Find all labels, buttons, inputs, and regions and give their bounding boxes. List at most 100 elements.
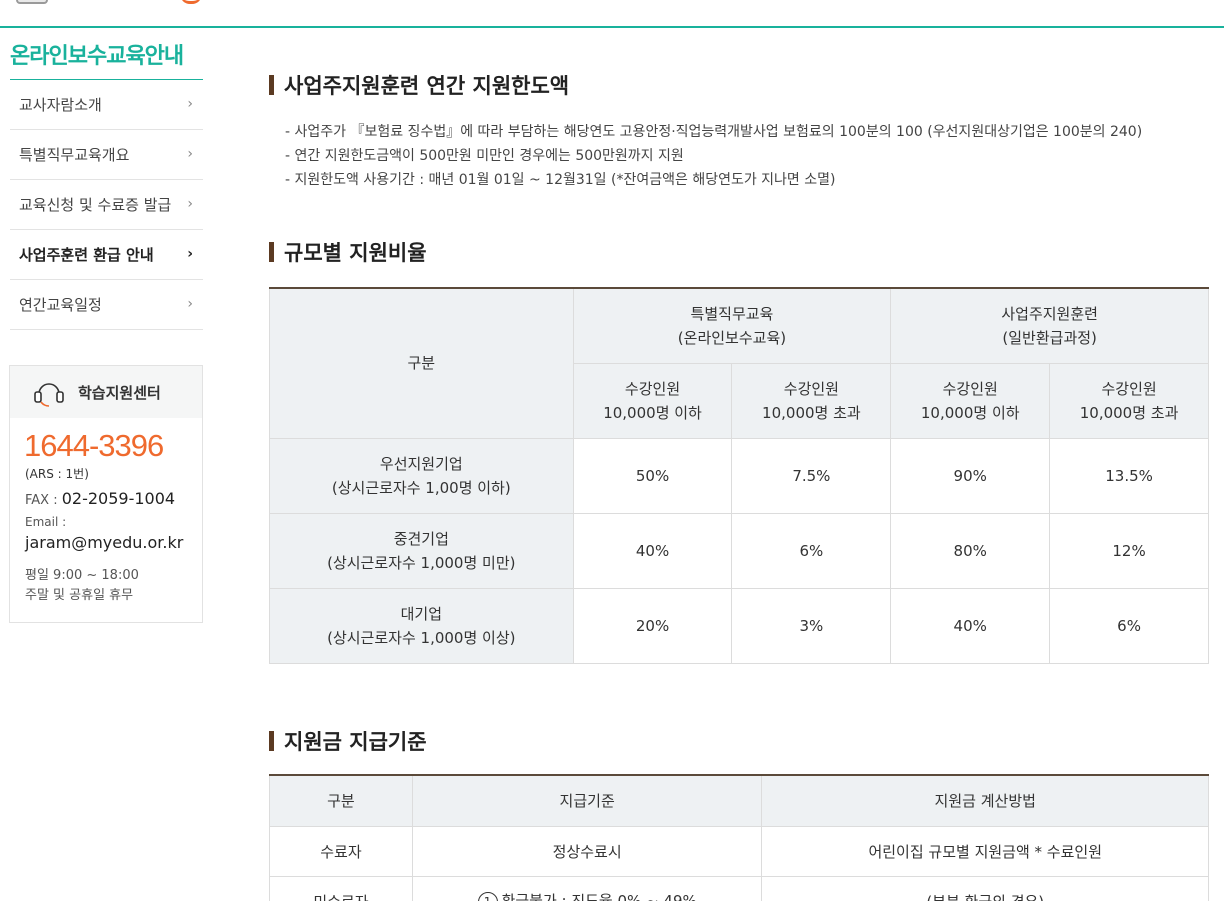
- title-bar-icon: [269, 75, 274, 95]
- sidebar-item-special-training[interactable]: 특별직무교육개요 ›: [10, 130, 203, 180]
- header-cell: 구분: [269, 774, 413, 827]
- row-header-line: 우선지원기업: [379, 454, 463, 473]
- header-cell: 지원금 계산방법: [761, 774, 1209, 827]
- row-header-line: (상시근로자수 1,00명 이하): [331, 478, 511, 497]
- header-cell: 지급기준: [411, 774, 763, 827]
- table-cell: 3%: [731, 587, 892, 664]
- logo-icon[interactable]: [16, 0, 48, 4]
- headset-icon: [32, 377, 66, 407]
- table-cell: 90%: [890, 437, 1051, 514]
- row-header-cell: 대기업 (상시근로자수 1,000명 이상): [269, 587, 574, 664]
- fax-value: 02-2059-1004: [61, 489, 176, 508]
- sidebar-item-label: 교육신청 및 수료증 발급: [19, 196, 172, 214]
- bullet-line: - 지원한도액 사용기간 : 매년 01월 01일 ~ 12월31일 (*잔여금…: [285, 172, 836, 188]
- sidebar-title: 온라인보수교육안내: [10, 38, 203, 80]
- table-cell: 어린이집 규모별 지원금액 * 수료인원: [761, 825, 1209, 877]
- section-title-payment-criteria: 지원금 지급기준: [269, 726, 427, 756]
- weekend-hours: 주말 및 공휴일 휴무: [25, 588, 134, 603]
- support-fax: FAX : 02-2059-1004: [25, 489, 175, 508]
- table-cell: 13.5%: [1049, 437, 1209, 514]
- chevron-right-icon: ›: [187, 196, 193, 212]
- sidebar-item-annual-schedule[interactable]: 연간교육일정 ›: [10, 280, 203, 330]
- section-title-text: 지원금 지급기준: [284, 730, 427, 754]
- support-center-box: 학습지원센터 1644-3396 (ARS : 1번) FAX : 02-205…: [9, 365, 203, 623]
- subheader-cell: 수강인원 10,000명 초과: [731, 362, 892, 439]
- header-line: 수강인원: [1101, 379, 1157, 398]
- table-row: 미수료자 1환급불가 : 진도율 0% ~ 49% (부분 환급의 경우): [269, 875, 1209, 901]
- title-bar-icon: [269, 242, 274, 262]
- weekday-hours: 평일 9:00 ~ 18:00: [25, 568, 139, 583]
- row-header-line: (상시근로자수 1,000명 미만): [327, 553, 516, 572]
- table-cell: (부분 환급의 경우): [761, 875, 1209, 901]
- support-ratio-table: 구분 특별직무교육 (온라인보수교육) 사업주지원훈련 (일반환급과정) 수강인원 1…: [269, 287, 1209, 664]
- sidebar-item-label: 사업주훈련 환급 안내: [19, 246, 154, 264]
- subheader-cell: 수강인원 10,000명 초과: [1049, 362, 1209, 439]
- table-cell: 미수료자: [269, 875, 413, 901]
- top-header: [0, 0, 1224, 28]
- row-header-line: 중견기업: [393, 529, 449, 548]
- header-line: 10,000명 초과: [1079, 403, 1179, 422]
- payment-criteria-table: 구분 지급기준 지원금 계산방법 수료자 정상수료시 어린이집 규모별 지원금액…: [269, 774, 1209, 901]
- sidebar-item-employer-refund[interactable]: 사업주훈련 환급 안내 ›: [10, 230, 203, 280]
- table-cell: 12%: [1049, 512, 1209, 589]
- table-header-row: 구분 특별직무교육 (온라인보수교육) 사업주지원훈련 (일반환급과정): [269, 287, 1209, 439]
- row-header-cell: 중견기업 (상시근로자수 1,000명 미만): [269, 512, 574, 589]
- header-line: 특별직무교육: [690, 304, 774, 323]
- support-ars: (ARS : 1번): [25, 467, 89, 481]
- header-line: 10,000명 이하: [920, 403, 1020, 422]
- table-row: 수료자 정상수료시 어린이집 규모별 지원금액 * 수료인원: [269, 825, 1209, 877]
- circled-number-icon: 1: [477, 892, 498, 901]
- table-cell: 6%: [1049, 587, 1209, 664]
- sidebar-item-apply-certificate[interactable]: 교육신청 및 수료증 발급 ›: [10, 180, 203, 230]
- header-line: 수강인원: [942, 379, 998, 398]
- table-row: 대기업 (상시근로자수 1,000명 이상) 20% 3% 40% 6%: [269, 587, 1209, 664]
- table-cell: 7.5%: [731, 437, 892, 514]
- chevron-right-icon: ›: [187, 246, 193, 262]
- support-phone[interactable]: 1644-3396: [24, 428, 164, 464]
- header-line: 사업주지원훈련: [1001, 304, 1098, 323]
- bullet-line: - 연간 지원한도금액이 500만원 미만인 경우에는 500만원까지 지원: [285, 148, 684, 164]
- support-center-title: 학습지원센터: [78, 383, 161, 402]
- sidebar-item-label: 연간교육일정: [19, 296, 102, 314]
- section-title-text: 사업주지원훈련 연간 지원한도액: [284, 74, 570, 98]
- section-title-annual-limit: 사업주지원훈련 연간 지원한도액: [269, 70, 569, 100]
- header-line: (온라인보수교육): [677, 328, 787, 347]
- table-row: 중견기업 (상시근로자수 1,000명 미만) 40% 6% 80% 12%: [269, 512, 1209, 589]
- sidebar-item-label: 교사자람소개: [19, 96, 102, 114]
- annual-limit-bullets: - 사업주가 『보험료 징수법』에 따라 부담하는 해당연도 고용안정·직업능력…: [285, 120, 1142, 192]
- sidebar-item-label: 특별직무교육개요: [19, 146, 130, 164]
- section-title-text: 규모별 지원비율: [284, 241, 427, 265]
- group-header-employer-training: 사업주지원훈련 (일반환급과정): [890, 287, 1209, 364]
- subheader-cell: 수강인원 10,000명 이하: [890, 362, 1051, 439]
- row-header-line: 대기업: [400, 604, 442, 623]
- table-cell: 6%: [731, 512, 892, 589]
- logo-mark-icon: [180, 0, 202, 4]
- header-line: (일반환급과정): [1002, 328, 1097, 347]
- table-cell: 50%: [572, 437, 733, 514]
- bullet-line: - 사업주가 『보험료 징수법』에 따라 부담하는 해당연도 고용안정·직업능력…: [285, 124, 1143, 140]
- table-cell: 40%: [572, 512, 733, 589]
- title-bar-icon: [269, 731, 274, 751]
- section-title-support-ratio: 규모별 지원비율: [269, 237, 427, 267]
- table-cell: 20%: [572, 587, 733, 664]
- sidebar-item-teacher-jaram[interactable]: 교사자람소개 ›: [10, 80, 203, 130]
- header-line: 10,000명 초과: [762, 403, 861, 422]
- header-line: 수강인원: [783, 379, 839, 398]
- table-cell: 수료자: [269, 825, 413, 877]
- table-cell: 1환급불가 : 진도율 0% ~ 49%: [411, 875, 763, 901]
- table-cell: 정상수료시: [411, 825, 763, 877]
- table-row: 우선지원기업 (상시근로자수 1,00명 이하) 50% 7.5% 90% 13.…: [269, 437, 1209, 514]
- email-label: Email :: [25, 515, 67, 529]
- table-cell: 40%: [890, 587, 1051, 664]
- table-cell: 80%: [890, 512, 1051, 589]
- header-line: 수강인원: [624, 379, 681, 398]
- email-value[interactable]: jaram@myedu.or.kr: [25, 533, 183, 552]
- cell-text: 환급불가 : 진도율 0% ~ 49%: [501, 892, 697, 901]
- chevron-right-icon: ›: [187, 96, 193, 112]
- chevron-right-icon: ›: [187, 146, 193, 162]
- sidebar-menu: 교사자람소개 › 특별직무교육개요 › 교육신청 및 수료증 발급 › 사업주훈…: [10, 80, 203, 330]
- header-line: 10,000명 이하: [603, 403, 702, 422]
- table-header-row: 구분 지급기준 지원금 계산방법: [269, 774, 1209, 827]
- row-header-cell: 우선지원기업 (상시근로자수 1,00명 이하): [269, 437, 574, 514]
- row-header-line: (상시근로자수 1,000명 이상): [327, 628, 516, 647]
